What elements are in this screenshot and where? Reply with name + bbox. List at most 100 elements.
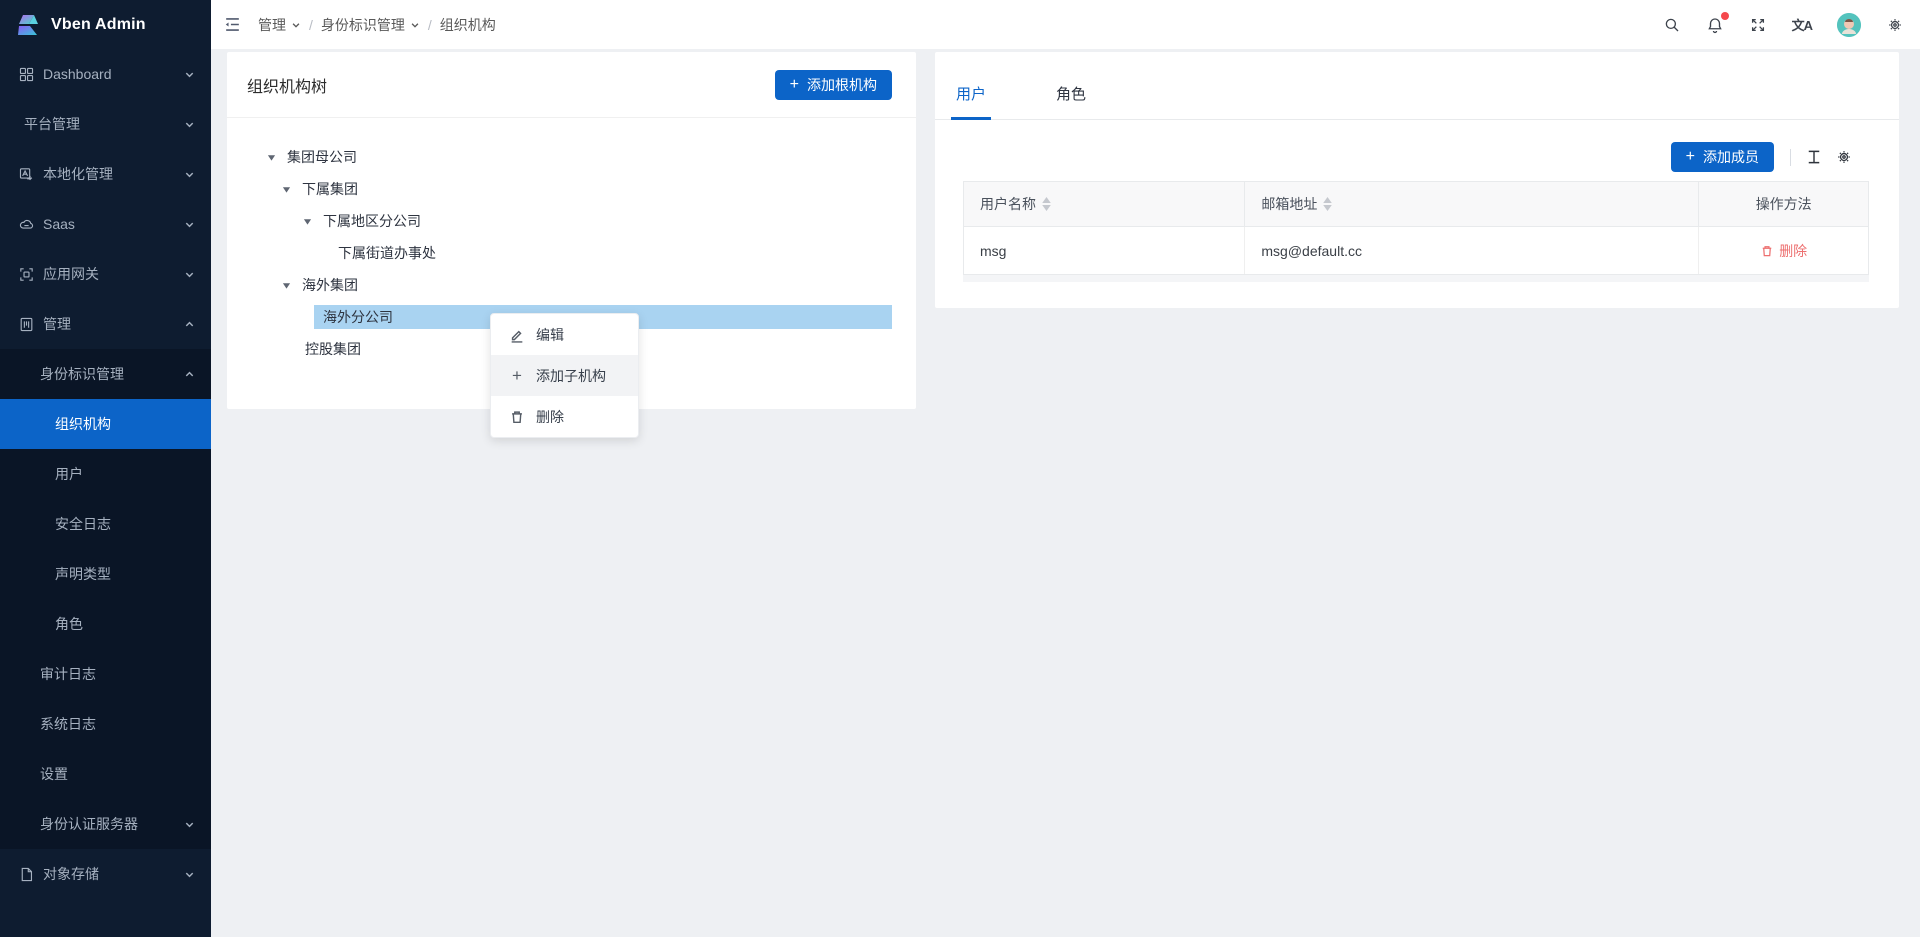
- tree-node-集团母公司[interactable]: 集团母公司: [227, 145, 892, 169]
- table-row: msgmsg@default.cc删除: [964, 227, 1868, 275]
- context-menu-item-添加子机构[interactable]: + 添加子机构: [491, 355, 638, 396]
- column-header-邮箱地址[interactable]: 邮箱地址: [1245, 182, 1699, 226]
- chevron-down-icon: [410, 17, 420, 33]
- detail-tabs: 用户 角色: [935, 52, 1899, 120]
- column-header-label: 操作方法: [1756, 194, 1812, 214]
- sidebar-item-声明类型[interactable]: 声明类型: [0, 549, 211, 599]
- table-header-row: 用户名称邮箱地址 操作方法: [964, 182, 1868, 227]
- context-menu-item-删除[interactable]: 删除: [491, 396, 638, 437]
- sidebar-item-平台管理[interactable]: 平台管理: [0, 99, 211, 149]
- breadcrumb-label: 身份标识管理: [321, 15, 405, 35]
- plus-icon: +: [1686, 149, 1695, 165]
- breadcrumb-item[interactable]: 管理: [258, 15, 301, 35]
- breadcrumb: 管理/身份标识管理/组织机构: [258, 15, 496, 35]
- notification-bell-icon[interactable]: [1706, 16, 1724, 34]
- sidebar-item-管理[interactable]: 管理: [0, 299, 211, 349]
- sidebar-item-系统日志[interactable]: 系统日志: [0, 699, 211, 749]
- chevron-down-icon: [184, 169, 195, 180]
- tree-context-menu: 编辑 + 添加子机构删除: [490, 313, 639, 438]
- notification-dot: [1721, 12, 1729, 20]
- column-settings-gear-icon[interactable]: [1835, 148, 1853, 166]
- logo-icon: [14, 11, 42, 39]
- username-value: msg: [980, 243, 1006, 259]
- trash-icon: [1760, 244, 1774, 258]
- sidebar-item-用户[interactable]: 用户: [0, 449, 211, 499]
- sidebar-item-身份标识管理[interactable]: 身份标识管理: [0, 349, 211, 399]
- plus-icon: +: [509, 366, 525, 386]
- tree-node-下属地区分公司[interactable]: 下属地区分公司: [227, 209, 892, 233]
- fullscreen-icon[interactable]: [1749, 16, 1767, 34]
- sidebar-item-label: 组织机构: [55, 414, 111, 434]
- table-footer-strip: [963, 275, 1869, 282]
- tree-node-label: 下属地区分公司: [323, 211, 421, 231]
- search-icon[interactable]: [1663, 16, 1681, 34]
- add-member-button[interactable]: + 添加成员: [1671, 142, 1774, 172]
- sort-carets-icon[interactable]: [1323, 197, 1332, 211]
- tree-expand-caret-icon[interactable]: [299, 217, 315, 226]
- breadcrumb-label: 组织机构: [440, 15, 496, 35]
- cell-actions: 删除: [1699, 227, 1868, 274]
- tab-角色[interactable]: 角色: [1051, 83, 1091, 119]
- settings-gear-icon[interactable]: [1886, 16, 1904, 34]
- language-icon[interactable]: 文A: [1792, 15, 1812, 34]
- row-height-icon[interactable]: [1805, 148, 1823, 166]
- tree-expand-caret-icon[interactable]: [263, 153, 279, 162]
- tree-node-下属街道办事处[interactable]: 下属街道办事处: [227, 241, 892, 265]
- sidebar-item-组织机构[interactable]: 组织机构: [0, 399, 211, 449]
- sidebar-item-label: 平台管理: [24, 114, 80, 134]
- sidebar-item-安全日志[interactable]: 安全日志: [0, 499, 211, 549]
- detail-panel: 用户角色 + 添加成员 用户名称邮箱地址操作方法msgmsg@default: [935, 52, 1899, 308]
- tree-expand-caret-icon[interactable]: [278, 281, 294, 290]
- dashboard-icon: [18, 66, 35, 83]
- sidebar-menu: Dashboard 平台管理本地化管理 Saas 应用网关管理身份标识管理组织机构用户…: [0, 49, 211, 899]
- logo-text: Vben Admin: [51, 16, 146, 34]
- gateway-icon: [18, 266, 35, 283]
- chevron-up-icon: [184, 319, 195, 330]
- storage-icon: [18, 866, 35, 883]
- sidebar-item-设置[interactable]: 设置: [0, 749, 211, 799]
- column-header-用户名称[interactable]: 用户名称: [964, 182, 1245, 226]
- sidebar-item-label: Saas: [43, 216, 75, 232]
- sidebar-item-label: 对象存储: [43, 864, 99, 884]
- chevron-down-icon: [184, 219, 195, 230]
- context-menu-item-编辑[interactable]: 编辑: [491, 314, 638, 355]
- sidebar-item-label: 用户: [55, 464, 83, 484]
- column-header-label: 邮箱地址: [1261, 194, 1317, 214]
- tree-node-海外集团[interactable]: 海外集团: [227, 273, 892, 297]
- sidebar-item-label: 角色: [55, 614, 83, 634]
- breadcrumb-item[interactable]: 身份标识管理: [321, 15, 420, 35]
- breadcrumb-item[interactable]: 组织机构: [440, 15, 496, 35]
- sort-carets-icon[interactable]: [1042, 197, 1051, 211]
- sidebar-item-审计日志[interactable]: 审计日志: [0, 649, 211, 699]
- saas-icon: [18, 216, 35, 233]
- context-menu-item-label: 添加子机构: [536, 366, 606, 386]
- sidebar-item-对象存储[interactable]: 对象存储: [0, 849, 211, 899]
- tree-expand-caret-icon[interactable]: [278, 185, 294, 194]
- sidebar-item-label: Dashboard: [43, 66, 112, 82]
- sidebar-collapse-icon[interactable]: [223, 15, 242, 34]
- context-menu-item-label: 编辑: [536, 325, 564, 345]
- logo[interactable]: Vben Admin: [0, 0, 211, 49]
- delete-action-button[interactable]: 删除: [1760, 241, 1807, 261]
- add-root-org-button[interactable]: + 添加根机构: [775, 70, 892, 100]
- chevron-down-icon: [184, 119, 195, 130]
- sidebar-item-label: 本地化管理: [43, 164, 113, 184]
- chevron-up-icon: [184, 369, 195, 380]
- localization-icon: [18, 166, 35, 183]
- sidebar-item-角色[interactable]: 角色: [0, 599, 211, 649]
- sidebar-item-label: 声明类型: [55, 564, 111, 584]
- sidebar-item-应用网关[interactable]: 应用网关: [0, 249, 211, 299]
- column-header-操作方法: 操作方法: [1699, 182, 1868, 226]
- avatar[interactable]: [1837, 13, 1861, 37]
- sidebar-item-label: 应用网关: [43, 264, 99, 284]
- chevron-down-icon: [184, 269, 195, 280]
- sidebar-item-Saas[interactable]: Saas: [0, 199, 211, 249]
- management-icon: [18, 316, 35, 333]
- trash-icon: [509, 409, 525, 425]
- tab-用户[interactable]: 用户: [951, 83, 991, 119]
- sidebar-item-Dashboard[interactable]: Dashboard: [0, 49, 211, 99]
- breadcrumb-separator: /: [428, 17, 432, 33]
- sidebar-item-本地化管理[interactable]: 本地化管理: [0, 149, 211, 199]
- tree-node-下属集团[interactable]: 下属集团: [227, 177, 892, 201]
- sidebar-item-身份认证服务器[interactable]: 身份认证服务器: [0, 799, 211, 849]
